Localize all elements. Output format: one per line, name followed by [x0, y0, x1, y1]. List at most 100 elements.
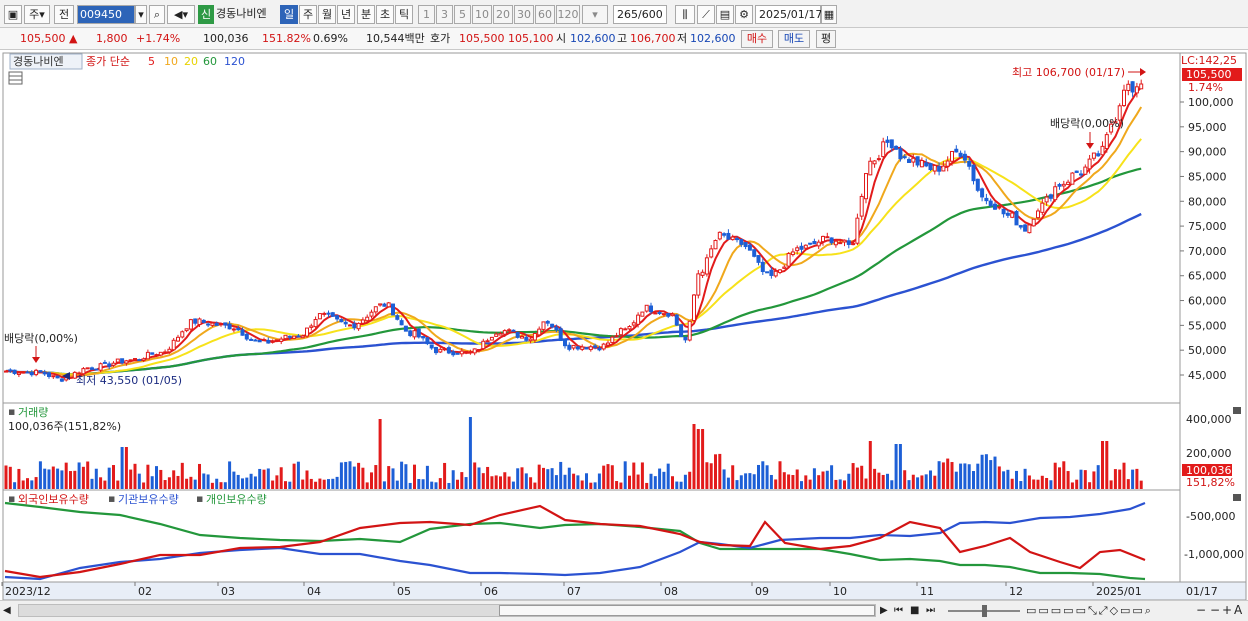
period-day[interactable]: 일	[280, 5, 298, 24]
chart-toolbar: ▣ 주▾ 전 009450 ▾ ⌕ ◀▾ 신 경동나비엔 일 주 월 년 분 초…	[0, 0, 1248, 28]
candle-body	[958, 152, 963, 157]
volume-bar	[1027, 475, 1031, 489]
zoom-slider-handle[interactable]	[982, 605, 987, 617]
scroll-left-arrow-icon[interactable]: ◀	[3, 603, 15, 618]
volume-bar	[1058, 467, 1061, 489]
candle-body	[378, 303, 383, 306]
candle-body	[133, 358, 137, 361]
chart-area[interactable]: 경동나비엔 종가 단순 5 10 20 60 120 최고 106,700 (0…	[0, 52, 1248, 600]
volume-bar	[954, 471, 958, 489]
chart-tool-icons[interactable]: ▭▭▭▭▭⤡⤢◇▭▭⌕	[1026, 603, 1153, 618]
holdings-panel-close-icon[interactable]	[1233, 494, 1241, 501]
settings-gear-icon[interactable]: ⚙	[735, 5, 753, 24]
save-icon[interactable]: ▤	[716, 5, 734, 24]
period-week[interactable]: 주	[299, 5, 317, 24]
volume-bar	[855, 467, 859, 489]
high-price: 106,700	[630, 32, 676, 45]
period-second[interactable]: 초	[376, 5, 394, 24]
min-120[interactable]: 120	[556, 5, 580, 24]
candle-body	[588, 346, 593, 351]
volume-bar	[950, 462, 954, 489]
candle-body	[403, 325, 408, 332]
search-icon[interactable]: ⌕	[149, 5, 165, 24]
forward-icon[interactable]: ⏭	[926, 603, 935, 618]
stop-icon[interactable]: ■	[910, 603, 919, 618]
min-10[interactable]: 10	[472, 5, 492, 24]
candle-body	[997, 206, 1002, 209]
volume-bar	[1075, 479, 1079, 489]
candle-body	[51, 375, 56, 378]
volume-bar	[529, 477, 533, 489]
period-month[interactable]: 월	[318, 5, 336, 24]
volume-bar	[615, 481, 619, 489]
zoom-reset-icon[interactable]: −	[1210, 603, 1220, 618]
zoom-out-icon[interactable]: −	[1196, 603, 1206, 618]
candle-body	[610, 336, 615, 343]
volume-bar	[86, 461, 90, 489]
bottom-scrollbar[interactable]: ◀ ▶ ⏮ ■ ⏭ ▭▭▭▭▭⤡⤢◇▭▭⌕ − − + A	[0, 600, 1248, 621]
volume-tick-200k: 200,000	[1186, 447, 1232, 460]
volume-bar	[683, 474, 687, 489]
stock-chart-svg[interactable]: 경동나비엔 종가 단순 5 10 20 60 120 최고 106,700 (0…	[0, 52, 1248, 600]
eval-button[interactable]: 평	[816, 30, 836, 48]
speaker-icon[interactable]: ◀▾	[167, 5, 195, 24]
volume-bar	[258, 468, 262, 489]
volume-bar	[907, 480, 911, 489]
min-60[interactable]: 60	[535, 5, 555, 24]
scroll-track[interactable]	[18, 604, 876, 617]
zoom-in-icon[interactable]: +	[1222, 603, 1232, 618]
turnover-pct: 0.69%	[313, 32, 348, 45]
period-year[interactable]: 년	[337, 5, 355, 24]
candle-body	[894, 145, 899, 150]
min-30[interactable]: 30	[514, 5, 534, 24]
volume-bar	[924, 474, 928, 489]
market-select[interactable]: 주▾	[24, 5, 50, 24]
count-field[interactable]: 265/600	[613, 5, 667, 24]
min-20[interactable]: 20	[493, 5, 513, 24]
volume-bar	[890, 480, 894, 489]
sell-button[interactable]: 매도	[778, 30, 810, 48]
scroll-right-arrow-icon[interactable]: ▶	[880, 603, 888, 618]
candle-body	[236, 327, 241, 331]
table-toggle-icon[interactable]	[8, 71, 23, 85]
candle-body	[756, 255, 761, 263]
volume-bar	[288, 481, 292, 489]
candle-body	[373, 306, 378, 313]
volume-bar	[1118, 469, 1122, 489]
candle-body	[653, 312, 658, 315]
candle-body	[25, 371, 30, 374]
candle-body	[1066, 181, 1071, 185]
volume-bar	[296, 461, 300, 489]
date-field[interactable]: 2025/01/17	[755, 5, 822, 24]
volume-bar	[486, 466, 490, 489]
draw-line-icon[interactable]: ⟋	[697, 5, 715, 24]
min-3[interactable]: 3	[436, 5, 453, 24]
candle-body	[941, 165, 946, 172]
calendar-icon[interactable]: ▦	[821, 5, 837, 24]
period-tick[interactable]: 틱	[395, 5, 413, 24]
candle-body	[687, 320, 692, 341]
rewind-icon[interactable]: ⏮	[894, 603, 903, 618]
volume-bar	[933, 475, 937, 489]
custom-period-select[interactable]: ▾	[582, 5, 608, 24]
window-menu-icon[interactable]: ▣	[4, 5, 22, 24]
stock-code-input[interactable]: 009450	[77, 5, 135, 24]
price-change: 1,800	[96, 32, 128, 45]
new-badge[interactable]: 신	[198, 5, 214, 24]
candle-body	[1126, 83, 1131, 91]
code-dropdown-icon[interactable]: ▾	[135, 5, 147, 24]
min-5[interactable]: 5	[454, 5, 471, 24]
candle-body	[631, 322, 636, 326]
min-1[interactable]: 1	[418, 5, 435, 24]
font-size-icon[interactable]: A	[1234, 603, 1242, 618]
scroll-thumb[interactable]	[499, 605, 875, 616]
candle-body	[188, 319, 193, 330]
candle-type-icon[interactable]: ⫼	[675, 5, 695, 24]
period-minute[interactable]: 분	[357, 5, 375, 24]
buy-button[interactable]: 매수	[741, 30, 773, 48]
volume-bar	[43, 468, 47, 489]
volume-bar	[864, 478, 868, 489]
candle-body	[335, 315, 340, 320]
pre-select[interactable]: 전	[54, 5, 74, 24]
volume-panel-close-icon[interactable]	[1233, 407, 1241, 414]
